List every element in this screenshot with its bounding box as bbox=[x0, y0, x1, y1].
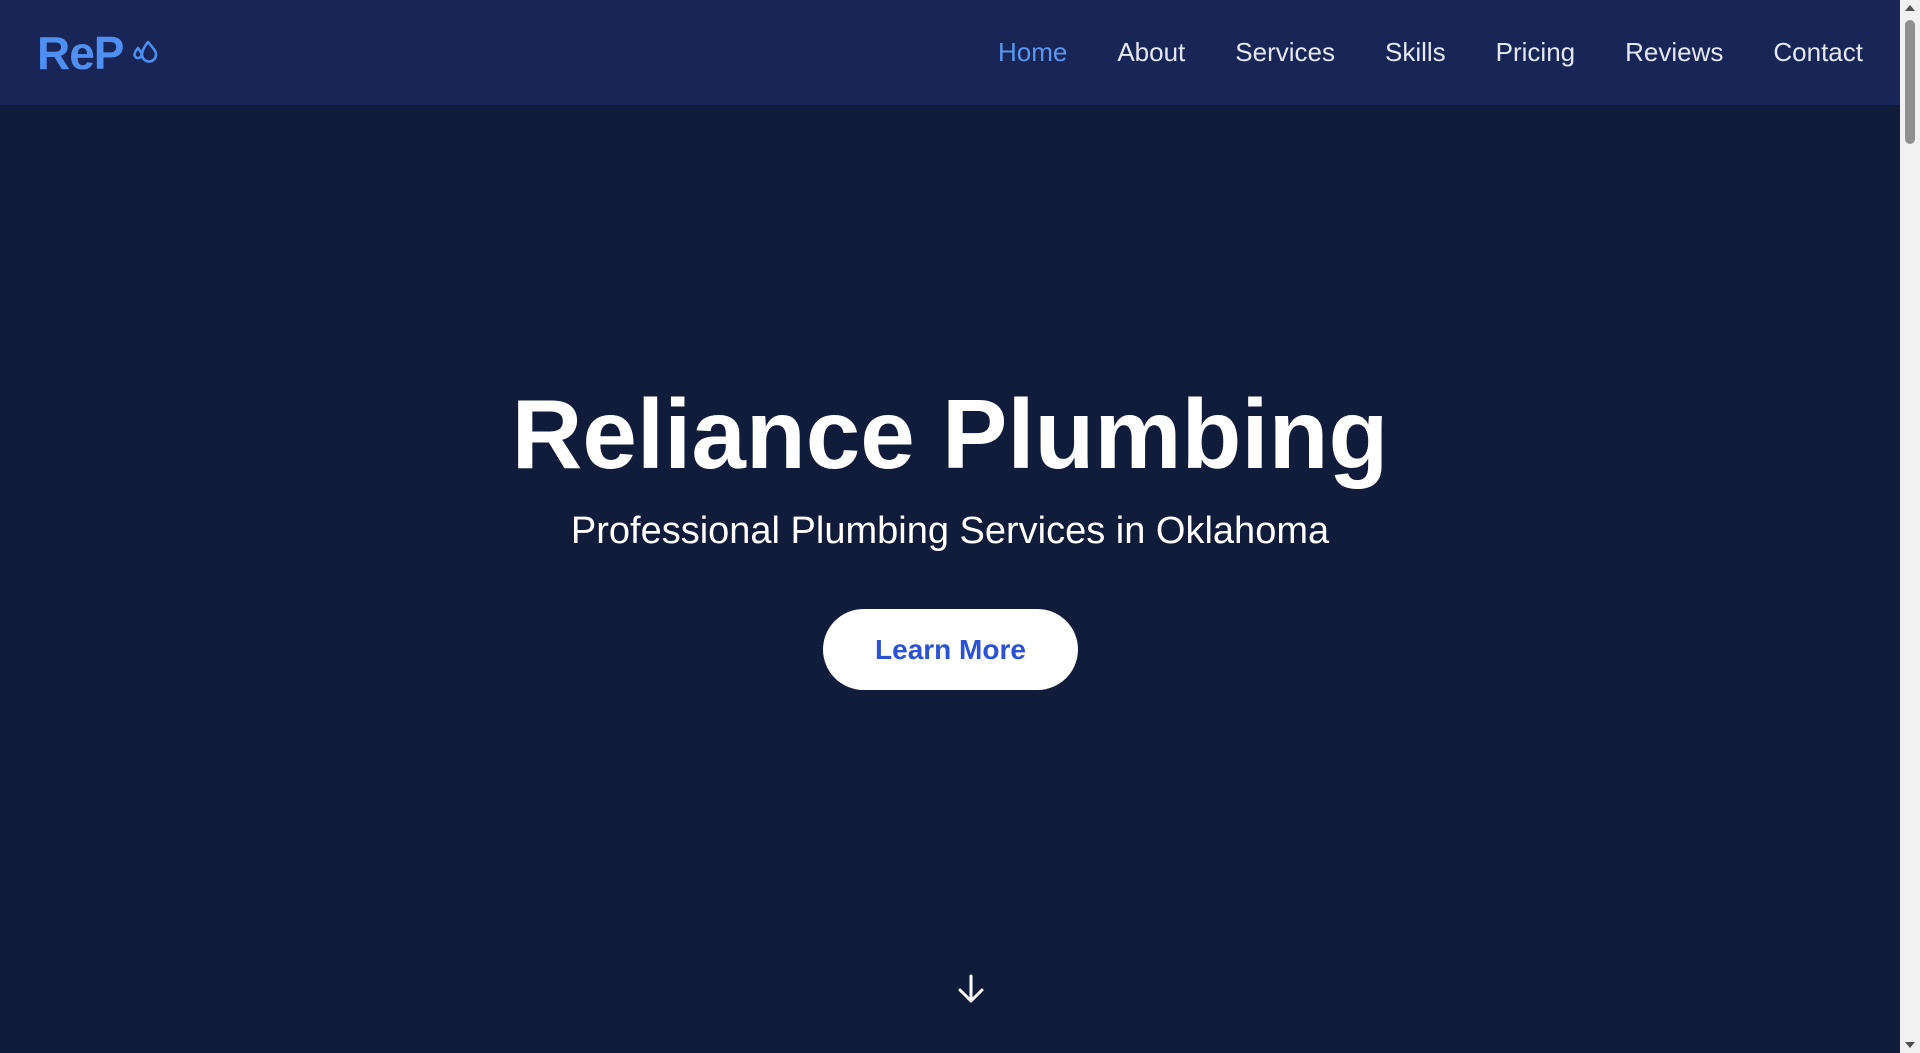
viewport: ReP Home About Services Skills Pricing R… bbox=[0, 0, 1900, 1053]
arrow-down-icon[interactable] bbox=[954, 972, 988, 1006]
scroll-down-arrow-icon[interactable] bbox=[1900, 1036, 1920, 1053]
nav-services[interactable]: Services bbox=[1235, 37, 1335, 68]
nav-home[interactable]: Home bbox=[998, 37, 1067, 68]
navbar: ReP Home About Services Skills Pricing R… bbox=[0, 0, 1900, 105]
brand-text: ReP bbox=[37, 26, 124, 79]
page: ReP Home About Services Skills Pricing R… bbox=[0, 0, 1920, 1053]
nav-contact[interactable]: Contact bbox=[1773, 37, 1863, 68]
nav-about[interactable]: About bbox=[1117, 37, 1185, 68]
scrollbar-thumb[interactable] bbox=[1905, 20, 1915, 144]
main-nav: Home About Services Skills Pricing Revie… bbox=[948, 37, 1863, 68]
learn-more-button[interactable]: Learn More bbox=[823, 609, 1078, 690]
hero-title: Reliance Plumbing bbox=[511, 379, 1389, 489]
hero-subtitle: Professional Plumbing Services in Oklaho… bbox=[570, 510, 1330, 552]
hero-section: Reliance Plumbing Professional Plumbing … bbox=[0, 105, 1900, 1053]
scroll-up-arrow-icon[interactable] bbox=[1900, 0, 1920, 17]
nav-skills[interactable]: Skills bbox=[1385, 37, 1446, 68]
brand-logo[interactable]: ReP bbox=[37, 30, 159, 76]
nav-pricing[interactable]: Pricing bbox=[1496, 37, 1575, 68]
nav-reviews[interactable]: Reviews bbox=[1625, 37, 1723, 68]
water-drops-icon bbox=[131, 38, 159, 68]
page-scrollbar[interactable] bbox=[1900, 0, 1920, 1053]
